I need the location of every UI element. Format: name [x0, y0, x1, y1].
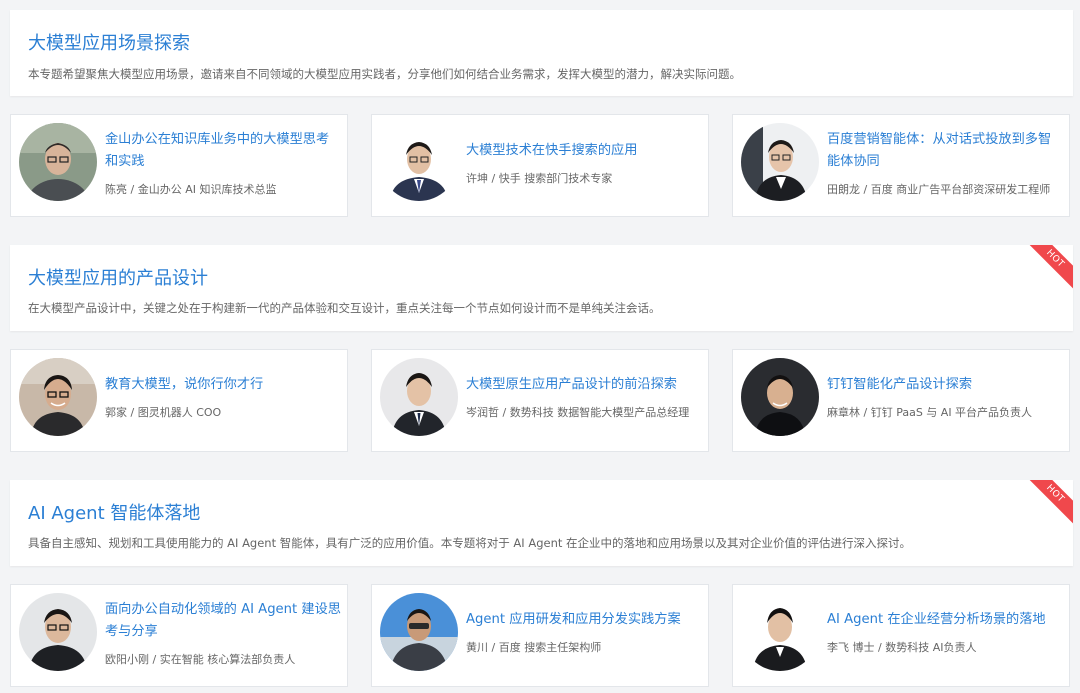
speaker-info: 陈亮 / 金山办公 AI 知识库技术总监 — [105, 183, 277, 196]
speaker-avatar — [19, 123, 97, 201]
talk-card[interactable]: 面向办公自动化领域的 AI Agent 建设思考与分享 欧阳小刚 / 实在智能 … — [10, 584, 348, 687]
talk-title[interactable]: 教育大模型，说你行你才行 — [105, 374, 341, 396]
speaker-info: 田朗龙 / 百度 商业广告平台部资深研发工程师 — [827, 183, 1051, 196]
talk-title[interactable]: 百度营销智能体：从对话式投放到多智能体协同 — [827, 129, 1063, 173]
speaker-avatar — [741, 358, 819, 436]
section-title[interactable]: 大模型应用的产品设计 — [28, 264, 208, 290]
talk-card[interactable]: AI Agent 在企业经营分析场景的落地 李飞 博士 / 数势科技 AI负责人 — [732, 584, 1070, 687]
section-title[interactable]: AI Agent 智能体落地 — [28, 499, 200, 525]
section-description: 本专题希望聚焦大模型应用场景，邀请来自不同领域的大模型应用实践者，分享他们如何结… — [28, 67, 741, 81]
talk-title[interactable]: 钉钉智能化产品设计探索 — [827, 374, 1063, 396]
talk-card[interactable]: 大模型技术在快手搜索的应用 许坤 / 快手 搜索部门技术专家 — [371, 114, 709, 217]
speaker-avatar — [380, 358, 458, 436]
talk-card[interactable]: 百度营销智能体：从对话式投放到多智能体协同 田朗龙 / 百度 商业广告平台部资深… — [732, 114, 1070, 217]
section-header: AI Agent 智能体落地 具备自主感知、规划和工具使用能力的 AI Agen… — [10, 480, 1073, 566]
talk-title[interactable]: 面向办公自动化领域的 AI Agent 建设思考与分享 — [105, 599, 341, 643]
speaker-info: 许坤 / 快手 搜索部门技术专家 — [466, 172, 613, 185]
speaker-avatar — [19, 358, 97, 436]
section-description: 具备自主感知、规划和工具使用能力的 AI Agent 智能体，具有广泛的应用价值… — [28, 536, 912, 550]
talk-card[interactable]: Agent 应用研发和应用分发实践方案 黄川 / 百度 搜索主任架构师 — [371, 584, 709, 687]
speaker-info: 黄川 / 百度 搜索主任架构师 — [466, 641, 602, 654]
talk-title[interactable]: 大模型技术在快手搜索的应用 — [466, 140, 702, 162]
hot-badge: HOT — [1021, 480, 1073, 528]
talk-card[interactable]: 大模型原生应用产品设计的前沿探索 岑润哲 / 数势科技 数据智能大模型产品总经理 — [371, 349, 709, 452]
section-title[interactable]: 大模型应用场景探索 — [28, 29, 190, 55]
talk-title[interactable]: 大模型原生应用产品设计的前沿探索 — [466, 374, 702, 396]
speaker-info: 麻章林 / 钉钉 PaaS 与 AI 平台产品负责人 — [827, 406, 1033, 419]
talk-title[interactable]: 金山办公在知识库业务中的大模型思考和实践 — [105, 129, 341, 173]
talk-title[interactable]: AI Agent 在企业经营分析场景的落地 — [827, 609, 1063, 631]
speaker-avatar — [380, 593, 458, 671]
speaker-avatar — [741, 593, 819, 671]
section-description: 在大模型产品设计中，关键之处在于构建新一代的产品体验和交互设计，重点关注每一个节… — [28, 301, 661, 315]
talk-card[interactable]: 钉钉智能化产品设计探索 麻章林 / 钉钉 PaaS 与 AI 平台产品负责人 — [732, 349, 1070, 452]
speaker-info: 欧阳小刚 / 实在智能 核心算法部负责人 — [105, 653, 296, 666]
hot-badge: HOT — [1021, 245, 1073, 293]
speaker-info: 李飞 博士 / 数势科技 AI负责人 — [827, 641, 977, 654]
section-header: 大模型应用场景探索 本专题希望聚焦大模型应用场景，邀请来自不同领域的大模型应用实… — [10, 10, 1073, 96]
speaker-avatar — [19, 593, 97, 671]
talk-title[interactable]: Agent 应用研发和应用分发实践方案 — [466, 609, 702, 631]
talk-card[interactable]: 金山办公在知识库业务中的大模型思考和实践 陈亮 / 金山办公 AI 知识库技术总… — [10, 114, 348, 217]
speaker-avatar — [380, 123, 458, 201]
talk-card[interactable]: 教育大模型，说你行你才行 郭家 / 图灵机器人 COO — [10, 349, 348, 452]
speaker-avatar — [741, 123, 819, 201]
speaker-info: 岑润哲 / 数势科技 数据智能大模型产品总经理 — [466, 406, 690, 419]
section-header: 大模型应用的产品设计 在大模型产品设计中，关键之处在于构建新一代的产品体验和交互… — [10, 245, 1073, 331]
speaker-info: 郭家 / 图灵机器人 COO — [105, 406, 222, 419]
